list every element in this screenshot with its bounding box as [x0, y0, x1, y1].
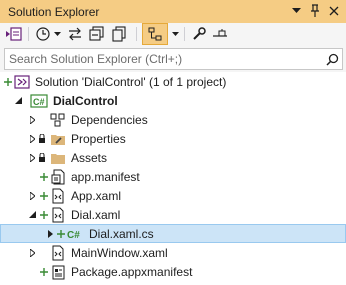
tree-row-label: Assets — [71, 150, 108, 165]
lock-icon — [38, 129, 46, 148]
collapsed-arrow-icon[interactable] — [28, 129, 36, 148]
tree-row-solution[interactable]: Solution 'DialControl' (1 of 1 project) — [0, 72, 346, 91]
toolbar-separator — [184, 27, 185, 41]
collapsed-arrow-icon[interactable] — [46, 225, 54, 242]
collapse-all-icon[interactable] — [88, 23, 106, 45]
tree-row-dial-xaml-cs[interactable]: C# Dial.xaml.cs — [0, 224, 346, 243]
plus-icon — [57, 225, 65, 242]
dropdown-icon[interactable] — [52, 23, 62, 45]
filter-icon[interactable] — [142, 23, 168, 45]
solution-icon — [14, 72, 30, 91]
plus-icon — [40, 186, 48, 205]
window-title: Solution Explorer — [8, 4, 100, 19]
tree-row-package-appxmanifest[interactable]: Package.appxmanifest — [0, 262, 346, 281]
tree-row-label: Dependencies — [71, 112, 148, 127]
collapsed-arrow-icon[interactable] — [28, 243, 36, 262]
tree-row-app-manifest[interactable]: app.manifest — [0, 167, 346, 186]
xaml-file-icon — [50, 205, 66, 224]
pin-icon[interactable] — [307, 3, 323, 19]
tree-row-dial-xaml[interactable]: Dial.xaml — [0, 205, 346, 224]
package-manifest-icon — [50, 262, 66, 281]
csharp-project-icon: C# — [30, 91, 48, 110]
tree-row-assets[interactable]: Assets — [0, 148, 346, 167]
close-icon[interactable] — [326, 3, 342, 19]
manifest-icon — [50, 167, 66, 186]
expanded-arrow-icon[interactable] — [27, 205, 37, 224]
tree-row-label: Properties — [71, 131, 126, 146]
search-box[interactable]: Search Solution Explorer (Ctrl+;) — [4, 48, 343, 70]
tree-row-app-xaml[interactable]: App.xaml — [0, 186, 346, 205]
tree-row-label: MainWindow.xaml — [71, 245, 168, 260]
switch-views-icon[interactable] — [4, 23, 24, 45]
folder-wrench-icon — [50, 129, 66, 148]
svg-text:C#: C# — [67, 230, 80, 240]
plus-icon — [40, 205, 48, 224]
collapsed-arrow-icon[interactable] — [28, 110, 36, 129]
dropdown-icon[interactable] — [170, 23, 180, 45]
collapsed-arrow-icon[interactable] — [28, 186, 36, 205]
preview-icon[interactable] — [210, 23, 230, 45]
show-all-files-icon[interactable] — [110, 23, 128, 45]
xaml-file-icon — [50, 186, 66, 205]
tree-row-label: Dial.xaml — [71, 207, 121, 222]
toolbar-separator — [28, 27, 29, 41]
solution-tree: Solution 'DialControl' (1 of 1 project) … — [0, 72, 346, 285]
tree-row-label: app.manifest — [71, 169, 140, 184]
tree-row-project[interactable]: C# DialControl — [0, 91, 346, 110]
tree-row-label: Package.appxmanifest — [71, 264, 193, 279]
folder-icon — [50, 148, 66, 167]
window-titlebar: Solution Explorer — [0, 0, 346, 23]
search-icon[interactable] — [322, 53, 342, 66]
search-input[interactable]: Search Solution Explorer (Ctrl+;) — [9, 52, 322, 66]
tree-row-label: App.xaml — [71, 188, 122, 203]
tree-row-mainwindow-xaml[interactable]: MainWindow.xaml — [0, 243, 346, 262]
tree-row-label: DialControl — [53, 93, 118, 108]
tree-row-label: Solution 'DialControl' (1 of 1 project) — [35, 74, 227, 89]
plus-icon — [40, 167, 48, 186]
csharp-file-icon: C# — [67, 225, 83, 242]
dependencies-icon — [50, 110, 66, 129]
chevron-down-icon[interactable] — [288, 3, 304, 19]
toolbar-separator — [136, 27, 137, 41]
collapsed-arrow-icon[interactable] — [28, 148, 36, 167]
xaml-file-icon — [50, 243, 66, 262]
sync-icon[interactable] — [66, 23, 84, 45]
tree-row-dependencies[interactable]: Dependencies — [0, 110, 346, 129]
plus-icon — [40, 262, 48, 281]
expanded-arrow-icon[interactable] — [13, 91, 23, 110]
svg-text:C#: C# — [33, 97, 45, 107]
lock-icon — [38, 148, 46, 167]
properties-icon[interactable] — [190, 23, 208, 45]
tree-row-properties[interactable]: Properties — [0, 129, 346, 148]
plus-icon — [4, 72, 12, 91]
tree-row-label: Dial.xaml.cs — [89, 226, 154, 241]
history-icon[interactable] — [34, 23, 52, 45]
